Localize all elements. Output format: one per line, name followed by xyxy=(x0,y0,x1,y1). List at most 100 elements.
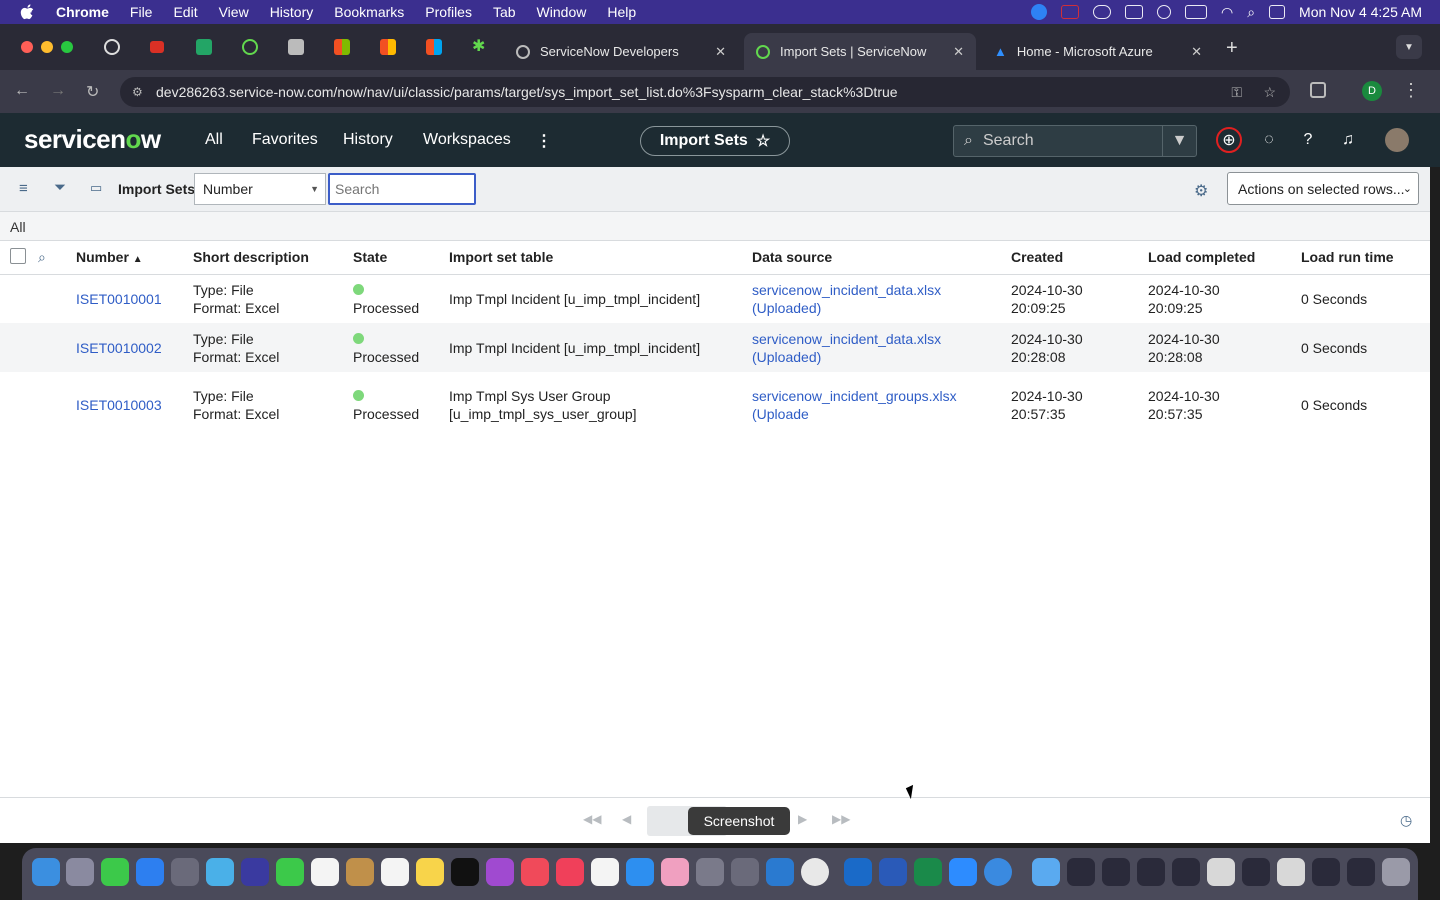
menu-bookmarks[interactable]: Bookmarks xyxy=(334,4,404,20)
system-settings-icon[interactable] xyxy=(696,858,724,886)
pinned-tab-printer-icon[interactable] xyxy=(288,39,304,55)
column-header-state[interactable]: State xyxy=(353,241,449,275)
data-source-link[interactable]: servicenow_incident_data.xlsx (Uploaded) xyxy=(752,330,1011,366)
pinned-tab-microsoft-icon-3[interactable] xyxy=(426,39,442,55)
trash-icon[interactable] xyxy=(1382,858,1410,886)
record-number-link[interactable]: ISET0010002 xyxy=(76,340,162,356)
message-icon[interactable]: ▭ xyxy=(90,180,102,196)
apple-icon[interactable] xyxy=(18,3,36,21)
menubar-clock[interactable]: Mon Nov 4 4:25 AM xyxy=(1299,4,1422,20)
extensions-icon[interactable] xyxy=(1310,82,1326,98)
pinned-tab-servicenow-icon[interactable] xyxy=(242,39,258,55)
calendar-icon[interactable] xyxy=(311,858,339,886)
site-settings-icon[interactable]: ⚙ xyxy=(132,85,143,99)
pinned-tab-microsoft-icon-2[interactable] xyxy=(380,39,396,55)
play-icon[interactable] xyxy=(1156,5,1171,19)
spotlight-search-icon[interactable]: ⌕ xyxy=(1247,4,1255,21)
breadcrumb-all[interactable]: All xyxy=(10,219,26,235)
music-icon[interactable] xyxy=(556,858,584,886)
maps-icon[interactable] xyxy=(206,858,234,886)
previous-page-icon[interactable]: ◀ xyxy=(622,812,631,826)
notion-icon[interactable] xyxy=(591,858,619,886)
close-window-button[interactable] xyxy=(21,41,33,53)
close-tab-icon[interactable]: ✕ xyxy=(1191,44,1202,60)
first-page-icon[interactable]: ◀◀ xyxy=(583,812,601,826)
folder-icon[interactable] xyxy=(1032,858,1060,886)
table-row[interactable]: ISET0010001 Type: File Format: Excel Proc… xyxy=(0,274,1430,323)
chrome-icon[interactable] xyxy=(801,858,829,886)
app-store-icon[interactable] xyxy=(626,858,654,886)
profile-avatar-icon[interactable]: D xyxy=(1362,81,1382,101)
close-tab-icon[interactable]: ✕ xyxy=(953,44,964,60)
reminders-icon[interactable] xyxy=(381,858,409,886)
last-page-icon[interactable]: ▶▶ xyxy=(832,812,850,826)
column-search-icon[interactable]: ⌕ xyxy=(38,241,76,275)
window-thumbnail-icon[interactable] xyxy=(1172,858,1200,886)
photos-icon[interactable] xyxy=(661,858,689,886)
notes-icon[interactable] xyxy=(416,858,444,886)
launchpad-icon[interactable] xyxy=(66,858,94,886)
pinned-tab-sheets-icon[interactable] xyxy=(196,39,212,55)
favorite-star-icon[interactable]: ☆ xyxy=(756,131,770,151)
menu-file[interactable]: File xyxy=(130,4,153,20)
back-arrow-icon[interactable]: ← xyxy=(14,82,30,100)
pinned-tab-openai-icon[interactable] xyxy=(104,39,120,55)
hamburger-menu-icon[interactable]: ≡ xyxy=(19,180,28,197)
mail-icon[interactable] xyxy=(136,858,164,886)
password-key-icon[interactable]: ⚿ xyxy=(1231,84,1242,101)
column-header-created[interactable]: Created xyxy=(1011,241,1148,275)
search-field-select[interactable]: Number ▼ xyxy=(194,173,326,205)
more-menu-icon[interactable]: ⋮ xyxy=(536,131,552,151)
zoom-icon[interactable] xyxy=(949,858,977,886)
outlook-icon[interactable] xyxy=(844,858,872,886)
podcasts-icon[interactable] xyxy=(486,858,514,886)
menu-app-name[interactable]: Chrome xyxy=(56,4,109,20)
pinned-tab-gmail-icon[interactable] xyxy=(150,41,164,53)
column-header-load-completed[interactable]: Load completed xyxy=(1148,241,1301,275)
tab-search-chevron-icon[interactable]: ▼ xyxy=(1396,35,1422,59)
news-icon[interactable] xyxy=(521,858,549,886)
close-tab-icon[interactable]: ✕ xyxy=(715,44,726,60)
control-center-icon[interactable] xyxy=(1269,5,1286,19)
list-settings-gear-icon[interactable]: ⚙ xyxy=(1194,181,1208,201)
apple-tv-icon[interactable] xyxy=(451,858,479,886)
maximize-window-button[interactable] xyxy=(61,41,73,53)
excel-icon[interactable] xyxy=(914,858,942,886)
finder-icon[interactable] xyxy=(32,858,60,886)
help-icon[interactable]: ? xyxy=(1298,130,1318,150)
wifi-icon[interactable]: ◠ xyxy=(1221,4,1233,21)
cloud-icon[interactable] xyxy=(1092,5,1111,19)
zoom-status-icon[interactable] xyxy=(1030,4,1047,20)
column-header-import-set-table[interactable]: Import set table xyxy=(449,241,752,275)
global-search[interactable]: ⌕ Search ▼ xyxy=(953,125,1197,157)
column-header-number[interactable]: Number ▲ xyxy=(76,241,193,275)
screenshot-app-icon[interactable] xyxy=(731,858,759,886)
user-avatar[interactable] xyxy=(1385,128,1409,152)
column-header-data-source[interactable]: Data source xyxy=(752,241,1011,275)
servicenow-logo[interactable]: servicenow xyxy=(24,124,161,155)
menu-tab[interactable]: Tab xyxy=(493,4,516,20)
table-row[interactable]: ISET0010003 Type: File Format: Excel Proc… xyxy=(0,372,1430,437)
menu-help[interactable]: Help xyxy=(607,4,636,20)
data-source-link[interactable]: servicenow_incident_data.xlsx (Uploaded) xyxy=(752,281,1011,317)
table-row[interactable]: ISET0010002 Type: File Format: Excel Proc… xyxy=(0,323,1430,372)
menu-view[interactable]: View xyxy=(219,4,249,20)
list-search-input[interactable] xyxy=(328,173,476,205)
filter-icon[interactable]: ⏷ xyxy=(54,179,66,196)
menu-profiles[interactable]: Profiles xyxy=(425,4,472,20)
display-icon[interactable] xyxy=(1124,5,1143,19)
battery-icon[interactable] xyxy=(1184,5,1207,19)
vscode-icon[interactable] xyxy=(766,858,794,886)
column-header-short-description[interactable]: Short description xyxy=(193,241,353,275)
mcafee-icon[interactable] xyxy=(1060,5,1079,19)
nav-all[interactable]: All xyxy=(205,131,223,149)
column-header-load-run-time[interactable]: Load run time xyxy=(1301,241,1430,275)
forward-arrow-icon[interactable]: → xyxy=(50,82,66,100)
record-number-link[interactable]: ISET0010003 xyxy=(76,397,162,413)
word-icon[interactable] xyxy=(879,858,907,886)
bookmark-star-icon[interactable]: ☆ xyxy=(1263,84,1276,101)
facetime-icon[interactable] xyxy=(276,858,304,886)
vector-app-icon[interactable] xyxy=(241,858,269,886)
minimize-window-button[interactable] xyxy=(41,41,53,53)
search-dropdown-icon[interactable]: ▼ xyxy=(1162,126,1196,156)
